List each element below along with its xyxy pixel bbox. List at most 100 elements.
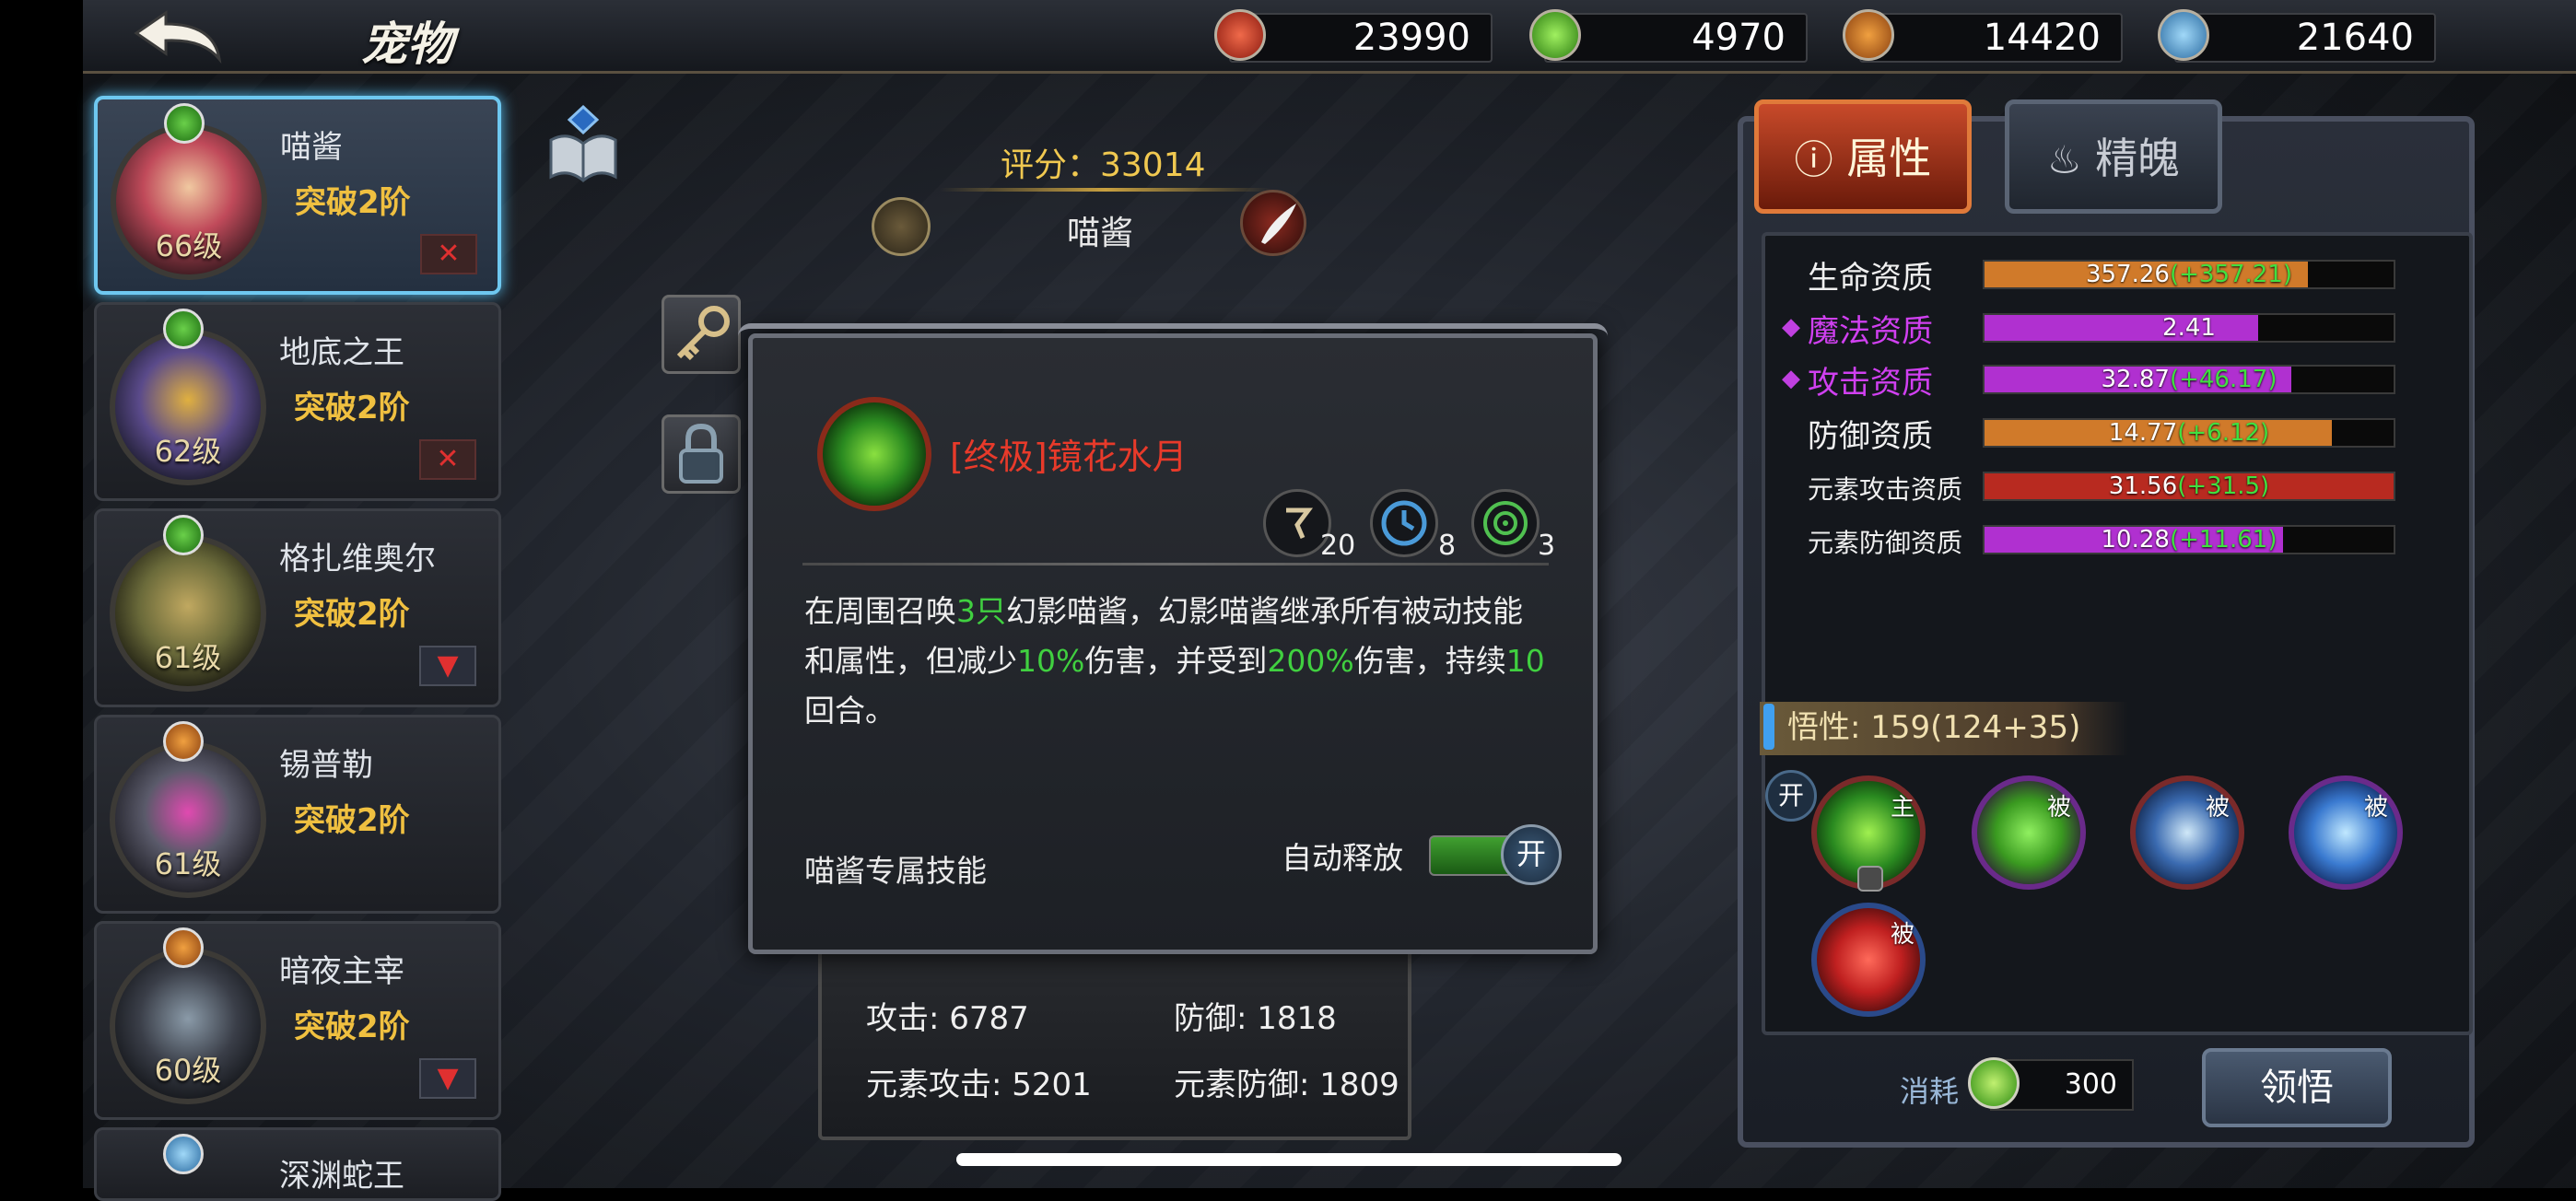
pet-level: 60级 — [154, 1053, 222, 1088]
unlock-badge[interactable]: 开 — [1765, 770, 1817, 822]
stat-attack: 攻击: 6787 — [866, 1000, 1029, 1037]
page-title: 宠物 — [361, 17, 453, 71]
attr-label: 防御资质 — [1808, 418, 1933, 455]
attr-label: 生命资质 — [1808, 260, 1933, 297]
attr-base: 2.41 — [2162, 314, 2216, 342]
snowflake-gem-icon — [2158, 9, 2209, 61]
key-button[interactable] — [662, 295, 741, 374]
demon-mask-icon: ▼ — [419, 646, 476, 686]
score-underline — [940, 188, 1271, 192]
auto-cast-label: 自动释放 — [1282, 840, 1403, 876]
mini-stat-value: 3 — [1538, 530, 1556, 562]
attr-bar: 357.26(+357.21) — [1983, 260, 2395, 289]
water-drop-icon — [163, 515, 204, 555]
desc-text: 伤害，并受到 — [1084, 643, 1268, 679]
wisdom-label: 悟性: 159(124+35) — [1760, 702, 2128, 755]
pet-rank: 突破2阶 — [294, 1009, 410, 1045]
attr-bar-text: 32.87(+46.17) — [1985, 367, 2394, 392]
star-icon[interactable] — [872, 197, 931, 256]
pet-card-5[interactable]: 深渊蛇王 — [94, 1127, 501, 1201]
snowflake-icon — [163, 1134, 204, 1174]
skill-type-tag: 被 — [2047, 794, 2072, 822]
pet-card-4[interactable]: 60级 暗夜主宰 突破2阶 ▼ — [94, 921, 501, 1120]
resource-green: 4970 — [1544, 13, 1808, 63]
attr-base: 357.26 — [2085, 261, 2170, 288]
pet-card-3[interactable]: 61级 锡普勒 突破2阶 — [94, 715, 501, 914]
pet-name: 深渊蛇王 — [279, 1158, 404, 1195]
attr-base: 14.77 — [2108, 419, 2178, 447]
attr-bonus: (+31.5) — [2177, 472, 2270, 500]
cost-label: 消耗 — [1900, 1074, 1960, 1109]
attr-label: 攻击资质 — [1808, 365, 1933, 402]
pet-level: 66级 — [155, 228, 223, 263]
tab-attributes[interactable]: ⓘ 属性 — [1754, 99, 1972, 214]
pet-name: 暗夜主宰 — [279, 953, 404, 990]
exclusive-skill-label: 喵酱专属技能 — [804, 853, 987, 889]
quill-glyph — [1261, 204, 1296, 244]
attr-bar-text: 2.41 — [1985, 315, 2394, 341]
pet-level: 62级 — [154, 434, 222, 469]
diamond-icon: ◆ — [1782, 313, 1800, 341]
info-icon: ⓘ — [1794, 137, 1833, 182]
clock-icon — [1370, 489, 1438, 557]
flame-icon: ♨ — [2046, 137, 2082, 182]
attr-bonus: (+11.61) — [2169, 526, 2277, 554]
resource-red: 23990 — [1229, 13, 1493, 63]
tab-label: 属性 — [1846, 134, 1932, 183]
skill-type-tag: 被 — [2206, 794, 2231, 822]
skill-name: [终极]镜花水月 — [950, 437, 1188, 477]
key-icon — [676, 306, 730, 361]
attr-base: 10.28 — [2101, 526, 2170, 554]
mini-stat-value: 20 — [1320, 530, 1356, 562]
lightning-icon — [163, 927, 204, 968]
attr-bonus: (+46.17) — [2169, 366, 2277, 393]
pet-card-1[interactable]: 62级 地底之王 突破2阶 ✕ — [94, 302, 501, 501]
skill-type-tag: 主 — [1891, 794, 1915, 822]
pet-rank: 突破2阶 — [294, 390, 410, 426]
attr-bonus: (+6.12) — [2177, 419, 2270, 447]
water-drop-icon — [163, 309, 204, 349]
attr-bar-text: 10.28(+11.61) — [1985, 527, 2394, 553]
book-icon — [549, 104, 617, 182]
lock-icon — [1857, 866, 1883, 892]
tab-label: 精魄 — [2095, 134, 2181, 183]
stat-elem-defense: 元素防御: 1809 — [1174, 1067, 1399, 1103]
desc-text: 回合。 — [804, 693, 896, 729]
desc-number: 200% — [1267, 643, 1354, 679]
pet-rank: 突破2阶 — [295, 184, 411, 221]
pet-rank: 突破2阶 — [294, 596, 410, 633]
attr-label: 元素防御资质 — [1808, 528, 1963, 558]
tab-soul[interactable]: ♨ 精魄 — [2005, 99, 2222, 214]
comprehend-button[interactable]: 领悟 — [2202, 1048, 2392, 1127]
skill-description: 在周围召唤3只幻影喵酱，幻影喵酱继承所有被动技能和属性，但减少10%伤害，并受到… — [804, 587, 1551, 736]
mini-stat-value: 8 — [1438, 530, 1457, 562]
water-drop-icon — [164, 103, 205, 144]
red-gem-icon — [1214, 9, 1266, 61]
toggle-knob[interactable]: 开 — [1501, 824, 1562, 885]
diamond-icon: ◆ — [1782, 365, 1800, 392]
skill-type-tag: 被 — [2364, 794, 2389, 822]
attr-bar-text: 14.77(+6.12) — [1985, 420, 2394, 446]
attr-bar: 32.87(+46.17) — [1983, 365, 2395, 394]
attr-label: 魔法资质 — [1808, 313, 1933, 350]
rename-quill-icon[interactable] — [1240, 190, 1306, 256]
back-arrow-icon — [134, 10, 222, 64]
pet-avatar: 62级 — [110, 329, 266, 485]
popup-divider — [802, 563, 1549, 566]
desc-text: 在周围召唤 — [804, 593, 956, 629]
pet-codex-button[interactable] — [545, 103, 621, 186]
lock-button[interactable] — [662, 414, 741, 494]
back-button[interactable] — [129, 6, 230, 66]
green-gem-icon — [1968, 1057, 2020, 1109]
pet-name: 喵酱 — [280, 129, 343, 166]
pet-card-2[interactable]: 61级 格扎维奥尔 突破2阶 ▼ — [94, 508, 501, 707]
home-indicator[interactable] — [956, 1153, 1622, 1166]
desc-number: 3只 — [956, 593, 1006, 629]
exclamation-icon — [1763, 704, 1774, 750]
pet-card-0[interactable]: 66级 喵酱 突破2阶 ✕ — [94, 96, 501, 295]
pet-avatar: 60级 — [110, 948, 266, 1104]
pet-level: 61级 — [154, 640, 222, 675]
stat-defense: 防御: 1818 — [1174, 1000, 1337, 1037]
attr-bar: 10.28(+11.61) — [1983, 525, 2395, 554]
attr-bar: 14.77(+6.12) — [1983, 418, 2395, 448]
